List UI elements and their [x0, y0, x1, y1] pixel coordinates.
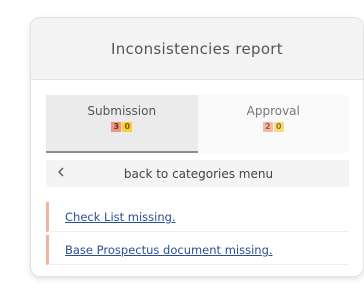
list-item: Check List missing.	[46, 202, 349, 232]
issue-list: Check List missing. Base Prospectus docu…	[46, 202, 349, 268]
tab-submission[interactable]: Submission 3 0	[46, 95, 198, 153]
back-label: back to categories menu	[123, 166, 274, 181]
badge-group: 3 0	[111, 122, 133, 132]
inconsistencies-report-panel: Inconsistencies report Submission 3 0 Ap…	[30, 17, 364, 277]
chevron-left-icon	[46, 167, 76, 180]
badge-group: 2 0	[262, 122, 284, 132]
tab-label: Submission	[87, 104, 157, 118]
error-count-badge: 2	[262, 122, 273, 132]
tab-bar: Submission 3 0 Approval 2 0	[46, 95, 349, 153]
tab-label: Approval	[246, 104, 300, 118]
tab-approval[interactable]: Approval 2 0	[197, 95, 349, 153]
issue-link[interactable]: Base Prospectus document missing.	[65, 243, 273, 257]
warning-count-badge: 0	[273, 122, 284, 132]
list-item: Base Prospectus document missing.	[46, 235, 349, 265]
panel-title: Inconsistencies report	[111, 39, 283, 58]
error-count-badge: 3	[111, 122, 122, 132]
back-to-categories-button[interactable]: back to categories menu	[46, 160, 349, 187]
panel-header: Inconsistencies report	[31, 18, 363, 80]
issue-link[interactable]: Check List missing.	[65, 210, 176, 224]
warning-count-badge: 0	[122, 122, 133, 132]
